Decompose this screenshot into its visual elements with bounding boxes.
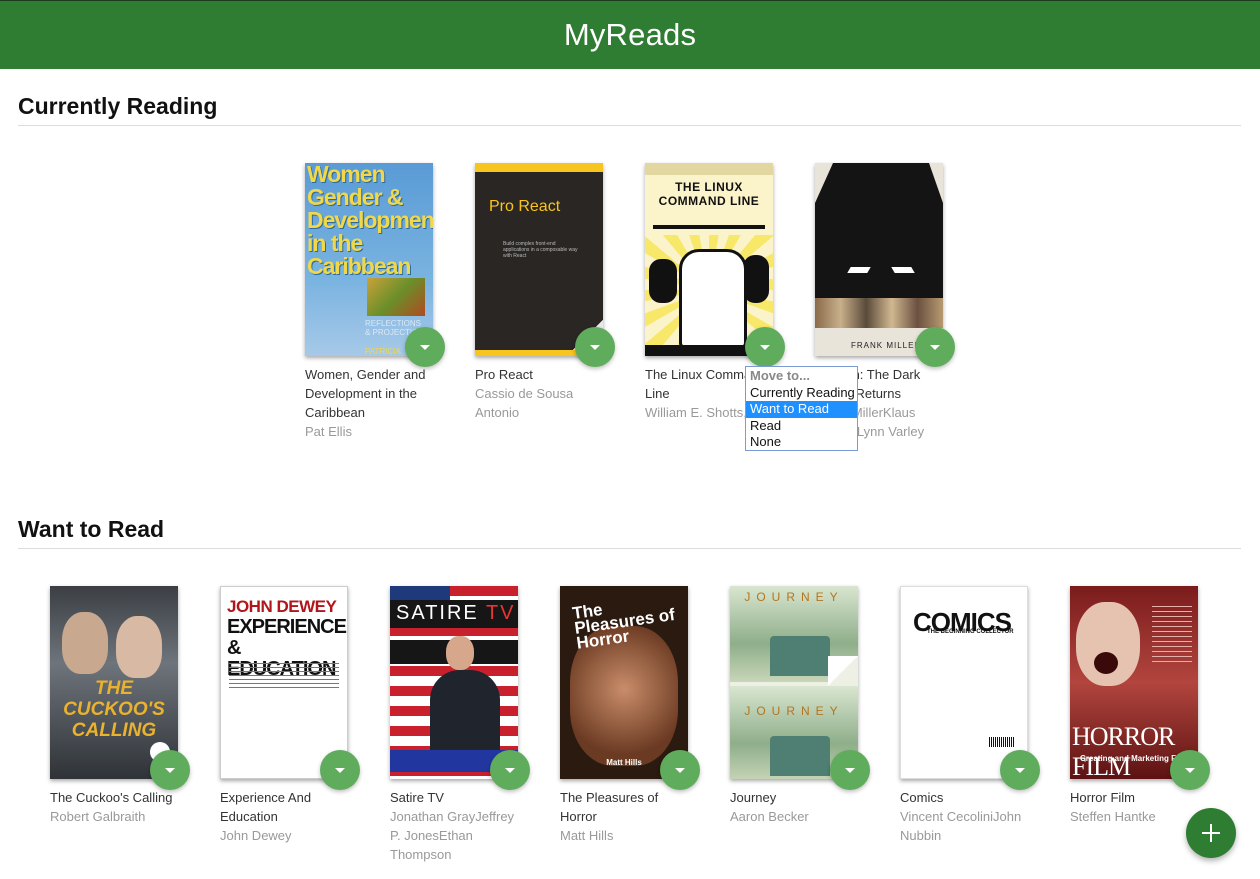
shelf-changer-button[interactable] bbox=[660, 750, 700, 790]
book-title: Experience And Education bbox=[220, 790, 312, 824]
book-cover[interactable]: THE LINUX COMMAND LINE bbox=[645, 163, 773, 356]
option-currently-reading[interactable]: Currently Reading bbox=[746, 385, 857, 402]
book-author: Aaron Becker bbox=[730, 809, 809, 824]
book-cover[interactable]: The Pleasures of Horror Matt Hills bbox=[560, 586, 688, 779]
book-cover[interactable]: JOHN DEWEY EXPERIENCE & EDUCATION bbox=[220, 586, 348, 779]
book-title: Horror Film bbox=[1070, 790, 1135, 805]
shelf-changer-button[interactable] bbox=[830, 750, 870, 790]
shelf-select-dropdown[interactable]: Move to... Currently Reading Want to Rea… bbox=[745, 366, 858, 451]
book-cover[interactable]: HORROR FILM Creating and Marketing Fear bbox=[1070, 586, 1198, 779]
book-title: Journey bbox=[730, 790, 777, 805]
book-author: Robert Galbraith bbox=[50, 809, 146, 824]
book-cover[interactable]: THE CUCKOO'S CALLING bbox=[50, 586, 178, 779]
shelf-changer-button[interactable] bbox=[1170, 750, 1210, 790]
book-title: Women, Gender and Development in the Car… bbox=[305, 367, 426, 420]
shelf-changer-button[interactable] bbox=[745, 327, 785, 367]
book-author: Matt Hills bbox=[560, 828, 614, 843]
book-author: John Dewey bbox=[220, 828, 292, 843]
book-title: Pro React bbox=[475, 367, 533, 382]
shelf-changer-button[interactable] bbox=[150, 750, 190, 790]
book-author: Steffen Hantke bbox=[1070, 809, 1156, 824]
book-cover[interactable]: Women Gender & Development in the Caribb… bbox=[305, 163, 433, 356]
shelf-changer-button[interactable] bbox=[1000, 750, 1040, 790]
shelf-divider bbox=[18, 548, 1241, 549]
add-book-button[interactable] bbox=[1186, 808, 1236, 858]
option-none[interactable]: None bbox=[746, 434, 857, 451]
book-cover[interactable]: SATIRE TV bbox=[390, 586, 518, 779]
book-title: Satire TV bbox=[390, 790, 444, 805]
book-title: The Cuckoo's Calling bbox=[50, 790, 173, 805]
shelf-changer-button[interactable] bbox=[915, 327, 955, 367]
shelf-title-currently-reading: Currently Reading bbox=[18, 93, 218, 119]
book-cover[interactable]: Pro React Build complex front-end applic… bbox=[475, 163, 603, 356]
book-cover[interactable]: FRANK MILLER bbox=[815, 163, 943, 356]
shelf-changer-button[interactable] bbox=[320, 750, 360, 790]
book-author: Pat Ellis bbox=[305, 424, 352, 439]
book-author: Vincent CecoliniJohn Nubbin bbox=[900, 809, 1022, 843]
dropdown-heading: Move to... bbox=[750, 368, 810, 383]
option-read[interactable]: Read bbox=[746, 418, 857, 435]
shelf-title-want-to-read: Want to Read bbox=[18, 516, 165, 542]
book-author: Jonathan GrayJeffrey P. JonesEthan Thomp… bbox=[390, 809, 515, 862]
book-cover[interactable]: JOURNEY JOURNEY bbox=[730, 586, 858, 779]
app-header: MyReads bbox=[0, 0, 1260, 69]
book-title: Comics bbox=[900, 790, 944, 805]
option-want-to-read[interactable]: Want to Read bbox=[746, 401, 857, 418]
book-title: The Pleasures of Horror bbox=[560, 790, 659, 824]
book-cover[interactable]: COMICS THE BEGINNING COLLECTOR bbox=[900, 586, 1028, 779]
shelf-changer-button[interactable] bbox=[490, 750, 530, 790]
app-title: MyReads bbox=[563, 17, 697, 52]
shelf-changer-button[interactable] bbox=[575, 327, 615, 367]
shelf-changer-button[interactable] bbox=[405, 327, 445, 367]
book-author: Cassio de Sousa Antonio bbox=[475, 386, 574, 420]
shelf-divider bbox=[18, 125, 1241, 126]
